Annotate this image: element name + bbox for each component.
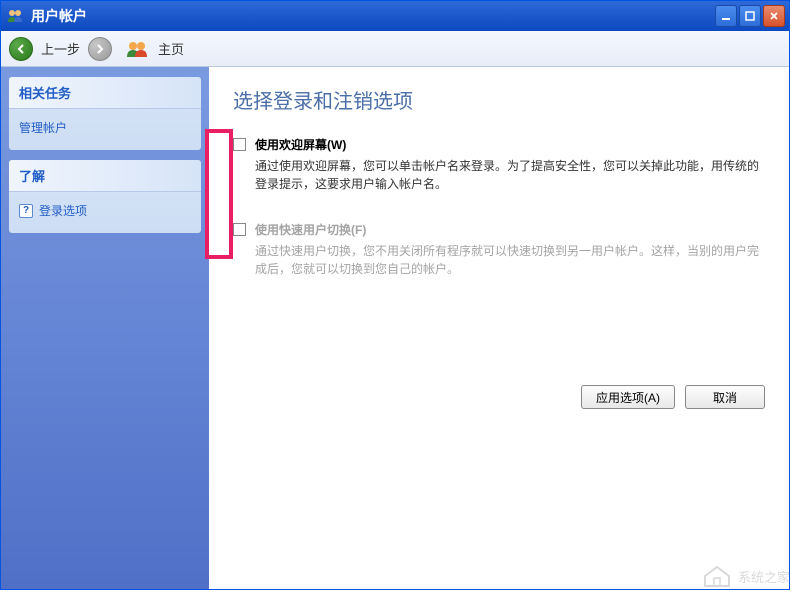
sidebar: 相关任务 管理帐户 了解 ? 登录选项: [1, 67, 209, 589]
app-icon: [5, 6, 25, 26]
content-pane: 选择登录和注销选项 使用欢迎屏幕(W) 通过使用欢迎屏幕，您可以单击帐户名来登录…: [209, 67, 789, 589]
help-icon: ?: [19, 204, 33, 218]
window-title: 用户帐户: [31, 6, 715, 26]
fast-switching-checkbox[interactable]: [233, 223, 246, 236]
button-label: 取消: [713, 389, 737, 406]
toolbar: 上一步 主页: [1, 31, 789, 67]
button-row: 应用选项(A) 取消: [581, 385, 765, 409]
option-fast-user-switching: 使用快速用户切换(F) 通过快速用户切换，您不用关闭所有程序就可以快速切换到另一…: [233, 221, 765, 278]
welcome-screen-checkbox[interactable]: [233, 138, 246, 151]
link-label: 登录选项: [39, 202, 87, 219]
titlebar: 用户帐户: [1, 1, 789, 31]
body-area: 相关任务 管理帐户 了解 ? 登录选项 选择登录和注销选项: [1, 67, 789, 589]
home-icon: [124, 38, 150, 60]
maximize-button[interactable]: [739, 5, 761, 27]
link-label: 管理帐户: [19, 119, 67, 136]
forward-button[interactable]: [88, 37, 112, 61]
button-label: 应用选项(A): [596, 389, 660, 406]
close-button[interactable]: [763, 5, 785, 27]
minimize-button[interactable]: [715, 5, 737, 27]
highlight-annotation: [205, 129, 233, 259]
option-title: 使用快速用户切换(F): [255, 221, 765, 238]
window-controls: [715, 5, 785, 27]
back-label[interactable]: 上一步: [41, 39, 80, 58]
login-options-link[interactable]: ? 登录选项: [19, 200, 191, 221]
option-desc: 通过使用欢迎屏幕，您可以单击帐户名来登录。为了提高安全性，您可以关掉此功能，用传…: [255, 157, 765, 193]
option-welcome-screen: 使用欢迎屏幕(W) 通过使用欢迎屏幕，您可以单击帐户名来登录。为了提高安全性，您…: [233, 136, 765, 193]
option-desc: 通过快速用户切换，您不用关闭所有程序就可以快速切换到另一用户帐户。这样，当别的用…: [255, 242, 765, 278]
back-button[interactable]: [9, 37, 33, 61]
learn-body: ? 登录选项: [9, 192, 201, 233]
option-title: 使用欢迎屏幕(W): [255, 136, 765, 153]
manage-accounts-link[interactable]: 管理帐户: [19, 117, 191, 138]
page-title: 选择登录和注销选项: [233, 85, 765, 114]
home-label[interactable]: 主页: [158, 39, 184, 58]
learn-header: 了解: [9, 160, 201, 192]
learn-panel: 了解 ? 登录选项: [9, 160, 201, 233]
cancel-button[interactable]: 取消: [685, 385, 765, 409]
apply-button[interactable]: 应用选项(A): [581, 385, 675, 409]
related-tasks-body: 管理帐户: [9, 109, 201, 150]
related-tasks-header: 相关任务: [9, 77, 201, 109]
related-tasks-panel: 相关任务 管理帐户: [9, 77, 201, 150]
user-accounts-window: 用户帐户 上一步 主页: [0, 0, 790, 590]
